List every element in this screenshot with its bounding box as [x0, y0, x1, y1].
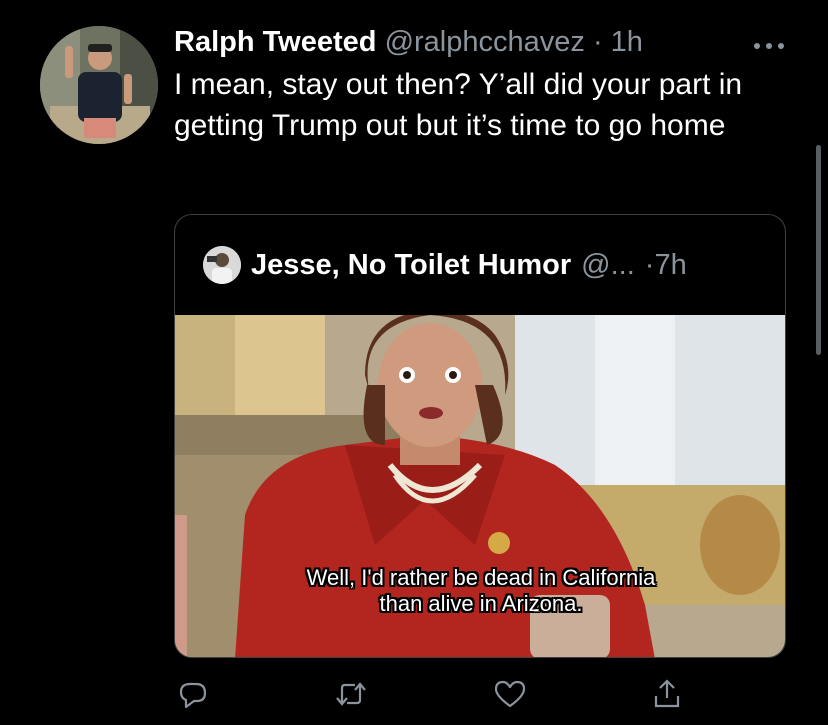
- quoted-author-handle[interactable]: @...: [581, 249, 635, 282]
- heart-icon: [494, 679, 526, 714]
- author-handle[interactable]: @ralphcchavez: [385, 26, 585, 58]
- quoted-tweet-timestamp[interactable]: 7h: [654, 249, 686, 282]
- tweet-header: Ralph Tweeted @ralphcchavez · 1h: [174, 22, 643, 62]
- reply-icon: [178, 679, 208, 714]
- separator-dot: ·: [592, 26, 603, 58]
- reply-button[interactable]: [173, 676, 213, 716]
- tweet[interactable]: Ralph Tweeted @ralphcchavez · 1h I mean,…: [0, 0, 828, 725]
- like-button[interactable]: [490, 676, 530, 716]
- share-button[interactable]: [647, 676, 687, 716]
- retweet-button[interactable]: [331, 676, 371, 716]
- tweet-text: I mean, stay out then? Y’all did your pa…: [174, 68, 743, 142]
- tweet-timestamp[interactable]: 1h: [611, 26, 643, 58]
- quoted-tweet-header: Jesse, No Toilet Humor @... · 7h: [203, 244, 687, 286]
- share-icon: [652, 678, 682, 715]
- tweet-actions-bar: [0, 676, 828, 716]
- quoted-tweet-card[interactable]: Jesse, No Toilet Humor @... · 7h Well, I…: [174, 214, 786, 658]
- quoted-author-avatar[interactable]: [203, 246, 241, 284]
- subtitle-line-1: Well, I'd rather be dead in California: [306, 565, 656, 590]
- subtitle-line-2: than alive in Arizona.: [379, 591, 583, 616]
- quoted-separator-dot: ·: [644, 248, 655, 281]
- retweet-icon: [334, 679, 368, 714]
- quoted-author-name[interactable]: Jesse, No Toilet Humor: [251, 249, 571, 282]
- scrollbar[interactable]: [816, 145, 821, 355]
- author-avatar[interactable]: [40, 26, 158, 144]
- more-options-icon[interactable]: [751, 38, 787, 49]
- quoted-tweet-image[interactable]: Well, I'd rather be dead in California t…: [175, 315, 785, 657]
- author-name[interactable]: Ralph Tweeted: [174, 26, 377, 58]
